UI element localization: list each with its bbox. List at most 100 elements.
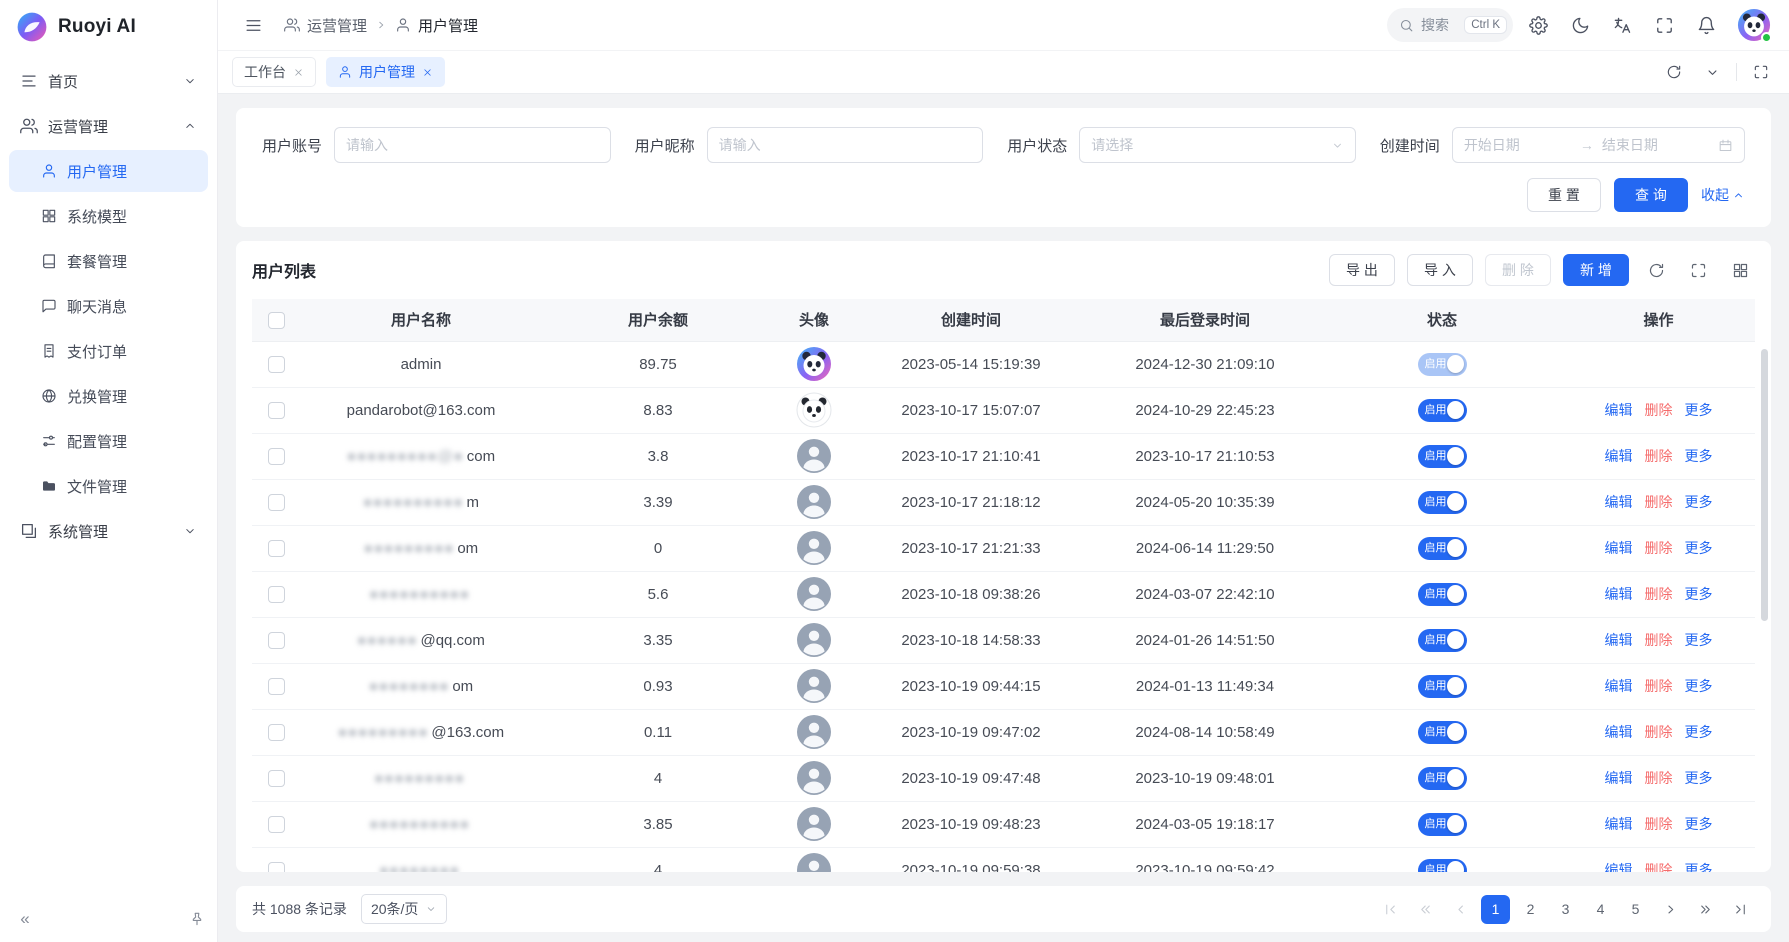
status-toggle[interactable]: 启用 xyxy=(1418,353,1467,376)
export-button[interactable]: 导 出 xyxy=(1329,254,1395,286)
edit-link[interactable]: 编辑 xyxy=(1605,814,1633,834)
table-scrollbar[interactable] xyxy=(1761,349,1768,621)
status-toggle[interactable]: 启用 xyxy=(1418,813,1467,836)
fullscreen-icon[interactable] xyxy=(1647,8,1681,42)
translate-icon[interactable] xyxy=(1605,8,1639,42)
sidebar-item-exchange-management[interactable]: 兑换管理 xyxy=(9,375,208,417)
created-range-picker[interactable]: 开始日期 → 结束日期 xyxy=(1452,127,1745,163)
status-toggle[interactable]: 启用 xyxy=(1418,629,1467,652)
delete-link[interactable]: 删除 xyxy=(1645,492,1673,512)
tab-user-management[interactable]: 用户管理 xyxy=(326,57,445,87)
first-page-button[interactable] xyxy=(1376,895,1405,924)
row-checkbox[interactable] xyxy=(268,770,285,787)
page-button-1[interactable]: 1 xyxy=(1481,895,1510,924)
collapse-filters-link[interactable]: 收起 xyxy=(1701,185,1745,205)
status-toggle[interactable]: 启用 xyxy=(1418,445,1467,468)
breadcrumb-item-user-management[interactable]: 用户管理 xyxy=(395,15,478,36)
page-button-5[interactable]: 5 xyxy=(1621,895,1650,924)
more-link[interactable]: 更多 xyxy=(1685,722,1713,742)
bell-icon[interactable] xyxy=(1689,8,1723,42)
more-link[interactable]: 更多 xyxy=(1685,676,1713,696)
fast-next-button[interactable] xyxy=(1691,895,1720,924)
edit-link[interactable]: 编辑 xyxy=(1605,538,1633,558)
delete-link[interactable]: 删除 xyxy=(1645,584,1673,604)
sidebar-item-payment-orders[interactable]: 支付订单 xyxy=(9,330,208,372)
more-link[interactable]: 更多 xyxy=(1685,492,1713,512)
fast-prev-button[interactable] xyxy=(1411,895,1440,924)
row-checkbox[interactable] xyxy=(268,402,285,419)
select-all-checkbox[interactable] xyxy=(268,312,285,329)
delete-link[interactable]: 删除 xyxy=(1645,814,1673,834)
row-checkbox[interactable] xyxy=(268,586,285,603)
status-toggle[interactable]: 启用 xyxy=(1418,721,1467,744)
delete-link[interactable]: 删除 xyxy=(1645,860,1673,872)
close-tab-icon[interactable] xyxy=(422,67,433,78)
more-link[interactable]: 更多 xyxy=(1685,446,1713,466)
sidebar-item-home[interactable]: 首页 xyxy=(9,60,208,102)
brand[interactable]: Ruoyi AI xyxy=(0,0,217,54)
more-link[interactable]: 更多 xyxy=(1685,400,1713,420)
page-size-select[interactable]: 20条/页 xyxy=(361,894,447,924)
sidebar-item-package-management[interactable]: 套餐管理 xyxy=(9,240,208,282)
row-checkbox[interactable] xyxy=(268,494,285,511)
edit-link[interactable]: 编辑 xyxy=(1605,630,1633,650)
delete-link[interactable]: 删除 xyxy=(1645,722,1673,742)
sidebar-item-system-model[interactable]: 系统模型 xyxy=(9,195,208,237)
delete-link[interactable]: 删除 xyxy=(1645,768,1673,788)
refresh-table-icon[interactable] xyxy=(1641,255,1671,285)
gear-icon[interactable] xyxy=(1521,8,1555,42)
more-link[interactable]: 更多 xyxy=(1685,768,1713,788)
more-link[interactable]: 更多 xyxy=(1685,814,1713,834)
more-link[interactable]: 更多 xyxy=(1685,584,1713,604)
status-select[interactable]: 请选择 xyxy=(1079,127,1356,163)
row-checkbox[interactable] xyxy=(268,632,285,649)
moon-icon[interactable] xyxy=(1563,8,1597,42)
user-avatar[interactable] xyxy=(1737,8,1771,42)
edit-link[interactable]: 编辑 xyxy=(1605,722,1633,742)
table-fullscreen-icon[interactable] xyxy=(1683,255,1713,285)
sidebar-item-user-management[interactable]: 用户管理 xyxy=(9,150,208,192)
status-toggle[interactable]: 启用 xyxy=(1418,675,1467,698)
sidebar-item-operations[interactable]: 运营管理 xyxy=(9,105,208,147)
column-settings-icon[interactable] xyxy=(1725,255,1755,285)
status-toggle[interactable]: 启用 xyxy=(1418,859,1467,873)
row-checkbox[interactable] xyxy=(268,862,285,872)
global-search[interactable]: 搜索 Ctrl K xyxy=(1387,8,1513,42)
sidebar-item-config-management[interactable]: 配置管理 xyxy=(9,420,208,462)
collapse-sidebar-button[interactable]: « xyxy=(12,906,38,932)
page-button-2[interactable]: 2 xyxy=(1516,895,1545,924)
delete-link[interactable]: 删除 xyxy=(1645,400,1673,420)
status-toggle[interactable]: 启用 xyxy=(1418,767,1467,790)
row-checkbox[interactable] xyxy=(268,678,285,695)
edit-link[interactable]: 编辑 xyxy=(1605,860,1633,872)
delete-button[interactable]: 删 除 xyxy=(1485,254,1551,286)
page-button-3[interactable]: 3 xyxy=(1551,895,1580,924)
next-page-button[interactable] xyxy=(1656,895,1685,924)
status-toggle[interactable]: 启用 xyxy=(1418,491,1467,514)
breadcrumb-item-operations[interactable]: 运营管理 xyxy=(284,15,367,36)
edit-link[interactable]: 编辑 xyxy=(1605,676,1633,696)
sidebar-item-system-management[interactable]: 系统管理 xyxy=(9,510,208,552)
refresh-tab-icon[interactable] xyxy=(1660,58,1688,86)
row-checkbox[interactable] xyxy=(268,448,285,465)
prev-page-button[interactable] xyxy=(1446,895,1475,924)
reset-button[interactable]: 重 置 xyxy=(1527,178,1601,212)
tab-workbench[interactable]: 工作台 xyxy=(232,57,316,87)
delete-link[interactable]: 删除 xyxy=(1645,676,1673,696)
pin-sidebar-icon[interactable] xyxy=(189,911,205,927)
sidebar-item-chat-messages[interactable]: 聊天消息 xyxy=(9,285,208,327)
more-link[interactable]: 更多 xyxy=(1685,538,1713,558)
status-toggle[interactable]: 启用 xyxy=(1418,399,1467,422)
last-page-button[interactable] xyxy=(1726,895,1755,924)
edit-link[interactable]: 编辑 xyxy=(1605,400,1633,420)
row-checkbox[interactable] xyxy=(268,724,285,741)
edit-link[interactable]: 编辑 xyxy=(1605,446,1633,466)
more-link[interactable]: 更多 xyxy=(1685,630,1713,650)
search-button[interactable]: 查 询 xyxy=(1614,178,1688,212)
delete-link[interactable]: 删除 xyxy=(1645,446,1673,466)
status-toggle[interactable]: 启用 xyxy=(1418,537,1467,560)
row-checkbox[interactable] xyxy=(268,540,285,557)
close-tab-icon[interactable] xyxy=(293,67,304,78)
nickname-input[interactable] xyxy=(707,127,984,163)
more-link[interactable]: 更多 xyxy=(1685,860,1713,872)
